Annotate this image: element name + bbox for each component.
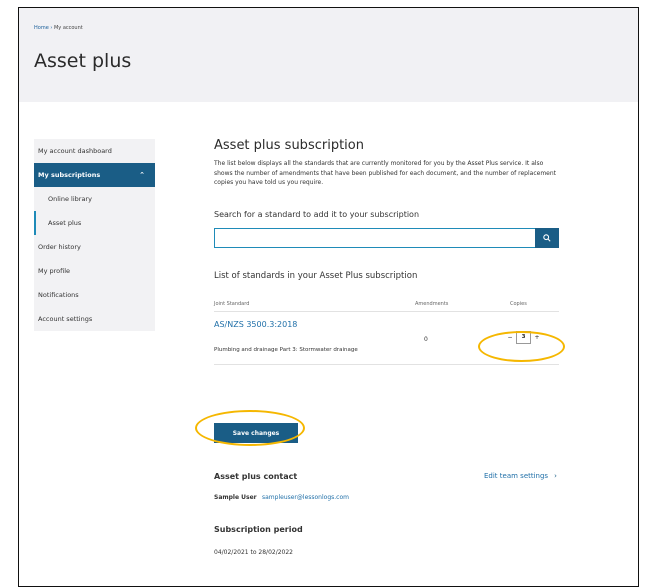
- chevron-right-icon: ›: [554, 472, 557, 480]
- subscription-period-value: 04/02/2021 to 28/02/2022: [214, 549, 294, 556]
- decrement-button[interactable]: −: [505, 332, 515, 343]
- sidebar-item-label: Account settings: [38, 315, 93, 323]
- sidebar-item-label: Asset plus: [48, 219, 82, 227]
- sidebar-item-label: Order history: [38, 243, 81, 251]
- breadcrumb-current: My account: [53, 25, 83, 31]
- breadcrumb: Home › My account: [34, 25, 83, 31]
- chevron-up-icon: ⌃: [139, 171, 145, 179]
- section-title: Asset plus subscription: [214, 138, 364, 153]
- sidebar-item-label: My account dashboard: [38, 147, 112, 155]
- list-title: List of standards in your Asset Plus sub…: [214, 270, 418, 281]
- subscription-description: The list below displays all the standard…: [214, 160, 557, 186]
- search-icon: [543, 233, 551, 242]
- column-header-standard: Joint Standard: [214, 300, 250, 307]
- sidebar-item-account-settings[interactable]: Account settings: [34, 307, 155, 331]
- sidebar-item-label: Online library: [48, 195, 92, 203]
- sidebar-item-notifications[interactable]: Notifications: [34, 283, 155, 307]
- edit-team-label: Edit team settings: [484, 472, 549, 480]
- column-header-amendments: Amendments: [415, 300, 449, 307]
- subscription-period-title: Subscription period: [214, 525, 303, 534]
- sidebar-item-online-library[interactable]: Online library: [34, 187, 155, 211]
- sidebar-item-my-profile[interactable]: My profile: [34, 259, 155, 283]
- contact-title: Asset plus contact: [214, 472, 298, 481]
- standard-name: Plumbing and drainage Part 3: Stormwater…: [214, 346, 358, 353]
- sidebar-item-label: My subscriptions: [38, 171, 101, 179]
- search-label: Search for a standard to add it to your …: [214, 209, 420, 219]
- breadcrumb-separator: ›: [50, 25, 53, 31]
- sidebar-item-asset-plus[interactable]: Asset plus: [34, 211, 155, 235]
- sidebar-item-label: Notifications: [38, 291, 79, 299]
- page-title: Asset plus: [34, 50, 132, 72]
- sidebar-item-subscriptions[interactable]: My subscriptions ⌃: [34, 163, 155, 187]
- save-button[interactable]: Save changes: [214, 423, 298, 443]
- contact-name: Sample User: [214, 494, 257, 501]
- copies-stepper: − 3 +: [505, 330, 542, 344]
- contact-email-link[interactable]: sampleuser@lessonlogs.com: [262, 494, 349, 501]
- increment-button[interactable]: +: [532, 332, 542, 343]
- breadcrumb-home[interactable]: Home: [34, 25, 49, 31]
- browser-frame: Home › My account Asset plus My account …: [18, 7, 639, 587]
- search-input[interactable]: [214, 227, 535, 248]
- edit-team-settings-link[interactable]: Edit team settings ›: [484, 472, 557, 480]
- table-header: Joint Standard Amendments Copies: [214, 295, 559, 311]
- standard-code-link[interactable]: AS/NZS 3500.3:2018: [214, 320, 297, 329]
- sidebar-item-order-history[interactable]: Order history: [34, 235, 155, 259]
- table-row: AS/NZS 3500.3:2018 Plumbing and drainage…: [214, 310, 559, 365]
- search-bar: [214, 227, 559, 248]
- search-button[interactable]: [535, 227, 559, 248]
- subscription-panel: Asset plus subscription The list below d…: [214, 138, 559, 365]
- column-header-copies: Copies: [510, 300, 527, 307]
- page-header: Home › My account Asset plus: [19, 8, 638, 102]
- copies-value[interactable]: 3: [516, 330, 531, 344]
- sidebar-item-dashboard[interactable]: My account dashboard: [34, 139, 155, 163]
- account-sidebar: My account dashboard My subscriptions ⌃ …: [34, 139, 155, 331]
- sidebar-item-label: My profile: [38, 267, 71, 275]
- amendments-count: 0: [424, 335, 428, 343]
